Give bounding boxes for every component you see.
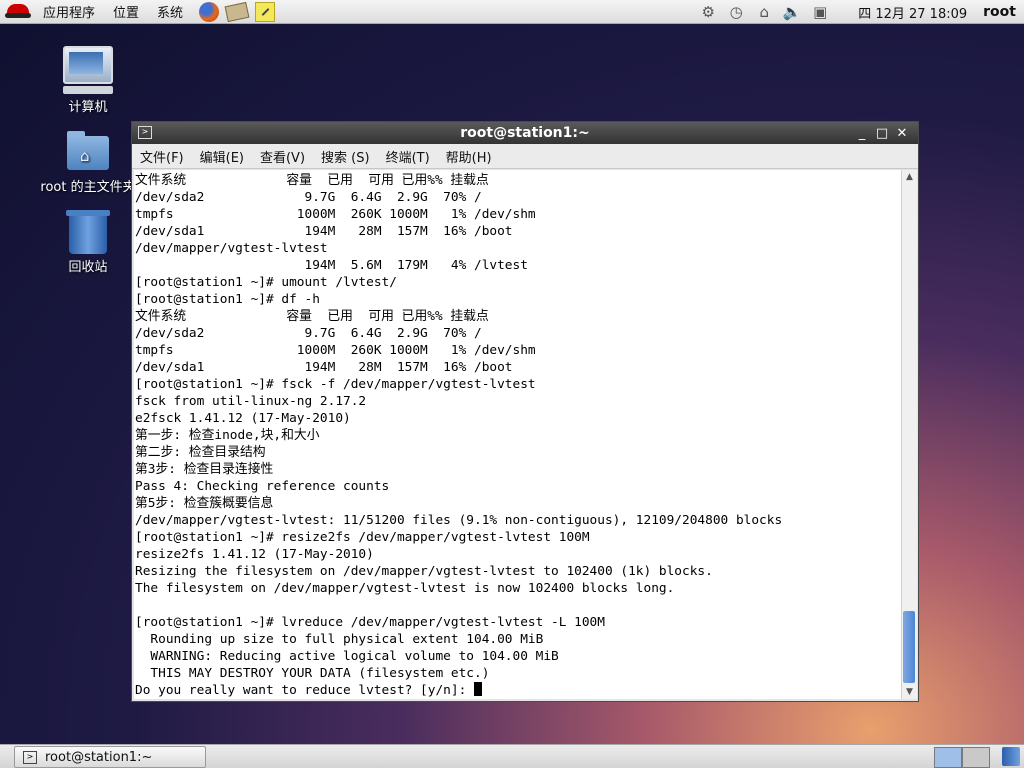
trash-applet-icon[interactable] [1002, 747, 1020, 766]
mail-icon[interactable] [224, 1, 250, 23]
bottom-panel: > root@station1:~ [0, 744, 1024, 768]
terminal-line: [root@station1 ~]# resize2fs /dev/mapper… [135, 530, 590, 545]
menu-edit[interactable]: 编辑(E) [192, 147, 252, 166]
terminal-menubar: 文件(F) 编辑(E) 查看(V) 搜索 (S) 终端(T) 帮助(H) [132, 144, 918, 169]
terminal-line: e2fsck 1.41.12 (17-May-2010) [135, 411, 351, 426]
terminal-line: Rounding up size to full physical extent… [150, 632, 544, 647]
volume-icon[interactable]: 🔈 [781, 2, 803, 22]
desktop-icon-computer[interactable]: 计算机 [33, 46, 143, 115]
maximize-button[interactable]: □ [872, 126, 892, 141]
taskbar-button-terminal[interactable]: > root@station1:~ [14, 746, 206, 768]
terminal-line: 文件系统 容量 已用 可用 已用%% 挂载点 [135, 309, 489, 324]
terminal-line: [root@station1 ~]# umount /lvtest/ [135, 275, 397, 290]
desktop-icon-label: root 的主文件夹 [40, 180, 136, 195]
minimize-button[interactable]: _ [852, 126, 872, 141]
terminal-icon: > [23, 750, 37, 764]
system-tray: ⚙ ◷ ⌂ 🔈 ▣ 四 12月 27 18:09 root [694, 0, 1024, 24]
menu-system[interactable]: 系统 [148, 2, 192, 21]
trash-icon [66, 210, 110, 254]
network-icon[interactable]: ⌂ [753, 2, 775, 22]
menu-terminal[interactable]: 终端(T) [378, 147, 438, 166]
terminal-line: /dev/mapper/vgtest-lvtest [135, 241, 328, 256]
menu-places[interactable]: 位置 [104, 2, 148, 21]
terminal-line: /dev/sda2 9.7G 6.4G 2.9G 70% / [135, 326, 482, 341]
scroll-down-arrow-icon[interactable]: ▼ [902, 685, 917, 699]
terminal-line: Resizing the filesystem on /dev/mapper/v… [135, 564, 713, 579]
terminal-line: 第二步: 检查目录结构 [135, 445, 266, 460]
taskbar-button-label: root@station1:~ [45, 749, 153, 765]
firefox-icon[interactable] [198, 1, 220, 23]
workspace-1[interactable] [934, 747, 962, 768]
terminal-line: /dev/sda2 9.7G 6.4G 2.9G 70% / [135, 190, 482, 205]
terminal-line: /dev/sda1 194M 28M 157M 16% /boot [135, 360, 513, 375]
desktop-icon-trash[interactable]: 回收站 [33, 210, 143, 275]
terminal-line: tmpfs 1000M 260K 1000M 1% /dev/shm [135, 207, 536, 222]
menu-file[interactable]: 文件(F) [132, 147, 192, 166]
terminal-line: tmpfs 1000M 260K 1000M 1% /dev/shm [135, 343, 536, 358]
terminal-line: Pass 4: Checking reference counts [135, 479, 390, 494]
terminal-line: resize2fs 1.41.12 (17-May-2010) [135, 547, 374, 562]
clock-app-icon[interactable]: ◷ [725, 2, 747, 22]
terminal-line: [root@station1 ~]# lvreduce /dev/mapper/… [135, 615, 605, 630]
menu-help[interactable]: 帮助(H) [438, 147, 500, 166]
terminal-line: The filesystem on /dev/mapper/vgtest-lvt… [135, 581, 675, 596]
home-folder-icon: ⌂ [67, 131, 109, 170]
user-menu[interactable]: root [983, 4, 1016, 20]
clock[interactable]: 四 12月 27 18:09 [858, 3, 967, 22]
terminal-line: WARNING: Reducing active logical volume … [150, 649, 559, 664]
terminal-prompt: Do you really want to reduce lvtest? [y/… [135, 683, 474, 698]
menu-applications[interactable]: 应用程序 [34, 2, 104, 21]
desktop-icon-label: 计算机 [68, 100, 108, 115]
terminal-line: 第5步: 检查簇概要信息 [135, 496, 274, 511]
terminal-line: THIS MAY DESTROY YOUR DATA (filesystem e… [150, 666, 490, 681]
text-cursor [474, 682, 482, 696]
desktop-icon-label: 回收站 [68, 260, 108, 275]
terminal-line: 194M 5.6M 179M 4% /lvtest [304, 258, 528, 273]
menu-search[interactable]: 搜索 (S) [313, 147, 378, 166]
terminal-output[interactable]: 文件系统 容量 已用 可用 已用%% 挂载点 /dev/sda2 9.7G 6.… [134, 170, 902, 699]
terminal-text: 文件系统 容量 已用 可用 已用%% 挂载点 /dev/sda2 9.7G 6.… [134, 170, 902, 699]
display-icon[interactable]: ▣ [809, 2, 831, 22]
desktop-icon-home[interactable]: ⌂ root 的主文件夹 [33, 131, 143, 195]
top-panel: 应用程序 位置 系统 ⚙ ◷ ⌂ 🔈 ▣ 四 12月 27 18:09 root [0, 0, 1024, 24]
notes-icon[interactable] [254, 1, 276, 23]
terminal-line: 文件系统 容量 已用 可用 已用%% 挂载点 [135, 173, 489, 188]
menu-view[interactable]: 查看(V) [252, 147, 313, 166]
computer-icon [63, 46, 113, 84]
workspace-2[interactable] [962, 747, 990, 768]
scroll-up-arrow-icon[interactable]: ▲ [902, 170, 917, 184]
close-button[interactable]: ✕ [892, 126, 912, 141]
terminal-line: 第一步: 检查inode,块,和大小 [135, 428, 320, 443]
terminal-line: fsck from util-linux-ng 2.17.2 [135, 394, 367, 409]
terminal-line: [root@station1 ~]# df -h [135, 292, 320, 307]
terminal-line: /dev/mapper/vgtest-lvtest: 11/51200 file… [135, 513, 783, 528]
network-settings-icon[interactable]: ⚙ [697, 2, 719, 22]
terminal-line: /dev/sda1 194M 28M 157M 16% /boot [135, 224, 513, 239]
window-title: root@station1:~ [460, 125, 590, 141]
terminal-window[interactable]: > root@station1:~ _ □ ✕ 文件(F) 编辑(E) 查看(V… [131, 121, 919, 702]
terminal-line: [root@station1 ~]# fsck -f /dev/mapper/v… [135, 377, 536, 392]
window-titlebar[interactable]: > root@station1:~ _ □ ✕ [132, 122, 918, 144]
terminal-icon[interactable]: > [138, 126, 152, 139]
redhat-logo-icon[interactable] [4, 1, 32, 23]
scrollbar-thumb[interactable] [903, 611, 915, 683]
terminal-line: 第3步: 检查目录连接性 [135, 462, 274, 477]
vertical-scrollbar[interactable]: ▲ ▼ [901, 170, 917, 699]
